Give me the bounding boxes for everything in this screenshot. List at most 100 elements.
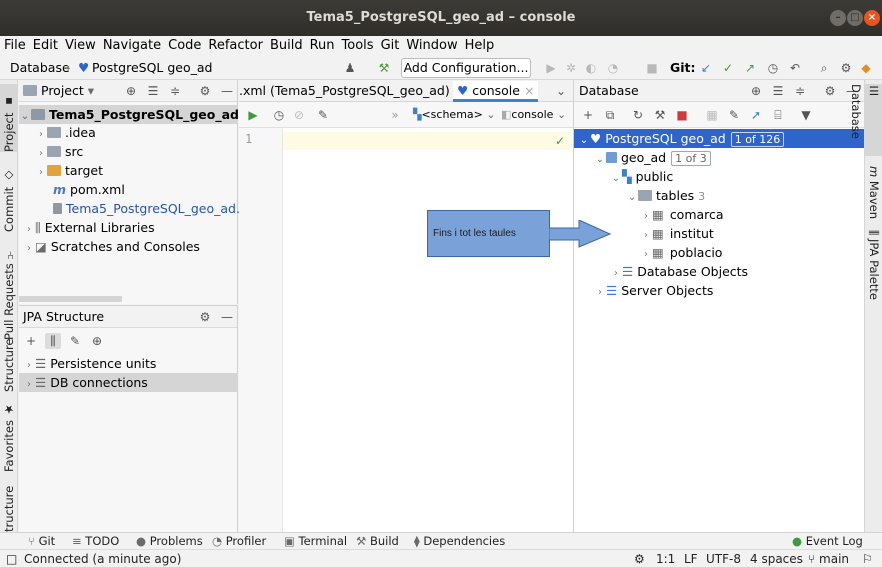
close-icon[interactable]: × xyxy=(864,10,880,26)
cancel-icon[interactable]: ⊘ xyxy=(291,107,307,123)
schema-selector[interactable]: ▚<schema> ⌄ xyxy=(413,105,496,124)
profile-icon[interactable]: ◔ xyxy=(605,60,621,76)
rollback-icon[interactable]: ↶ xyxy=(787,60,803,76)
gear-icon[interactable]: ⚙ xyxy=(822,83,838,99)
menu-run[interactable]: Run xyxy=(306,36,338,56)
crosshair-icon[interactable]: ⊕ xyxy=(89,333,105,349)
menu-window[interactable]: Window xyxy=(402,36,460,56)
menu-refactor[interactable]: Refactor xyxy=(204,36,266,56)
coverage-icon[interactable]: ◐ xyxy=(583,60,599,76)
tool-tab-terminal[interactable]: ▣ Terminal xyxy=(284,533,347,549)
tab-project[interactable]: Project ▪ xyxy=(0,84,18,152)
menu-navigate[interactable]: Navigate xyxy=(99,36,164,56)
tool-tab-build[interactable]: ⚒ Build xyxy=(356,533,399,549)
jump-to-icon[interactable]: ➚ xyxy=(748,107,764,123)
tab-jpa-palette[interactable]: ⫼ JPA Palette xyxy=(865,230,882,320)
chevron-down-icon[interactable]: ⌄ xyxy=(594,150,606,169)
chevron-down-icon[interactable]: ⌄ xyxy=(610,169,622,188)
expand-all-icon[interactable]: ☰ xyxy=(145,83,161,99)
plugin-icon[interactable]: ◆ xyxy=(858,60,874,76)
menu-git[interactable]: Git xyxy=(377,36,403,56)
tree-row-external-libraries[interactable]: › ⫼ External Libraries xyxy=(23,218,155,237)
locate-icon[interactable]: ⊕ xyxy=(123,83,139,99)
edit-icon[interactable]: ✎ xyxy=(726,107,742,123)
tree-row-pom[interactable]: m pom.xml xyxy=(53,180,125,199)
chevron-right-icon[interactable]: › xyxy=(35,163,47,182)
wrench-icon[interactable]: ✎ xyxy=(67,333,83,349)
history-icon[interactable]: ◷ xyxy=(765,60,781,76)
git-commit-icon[interactable]: ✓ xyxy=(720,60,736,76)
copy-icon[interactable]: ⧉ xyxy=(602,107,618,123)
tree-row-src[interactable]: › src xyxy=(35,142,83,161)
group-icon[interactable]: ⫼ xyxy=(45,333,61,349)
tree-row-iml[interactable]: Tema5_PostgreSQL_geo_ad.i xyxy=(53,199,243,218)
hide-icon[interactable]: — xyxy=(219,309,235,325)
status-hint-icon[interactable]: ⚙ xyxy=(634,550,645,567)
tree-row-persistence-units[interactable]: › ☰ Persistence units xyxy=(23,354,156,373)
stop-icon[interactable]: ■ xyxy=(644,60,660,76)
chevron-right-icon[interactable]: › xyxy=(23,375,35,394)
tree-row-tables[interactable]: ⌄ tables 3 xyxy=(626,186,705,205)
expand-all-icon[interactable]: ☰ xyxy=(770,83,786,99)
tree-row-table-institut[interactable]: › ▦ institut xyxy=(640,224,714,243)
collapse-all-icon[interactable]: ≑ xyxy=(167,83,183,99)
breadcrumb-database[interactable]: Database xyxy=(10,56,70,80)
tree-row-schema[interactable]: ⌄ ▚ public xyxy=(610,167,673,186)
more-icon[interactable]: » xyxy=(387,107,403,123)
breadcrumb-connection[interactable]: PostgreSQL geo_ad xyxy=(92,56,212,80)
query-console-icon[interactable]: ⌸ xyxy=(770,107,786,123)
close-tab-icon[interactable]: × xyxy=(524,83,534,98)
hammer-icon[interactable]: ⚒ xyxy=(376,60,392,76)
tool-tab-event-log[interactable]: ● Event Log xyxy=(792,533,863,549)
tool-tab-problems[interactable]: ● Problems xyxy=(136,533,203,549)
add-icon[interactable]: + xyxy=(23,333,39,349)
settings-icon[interactable]: ⚙ xyxy=(838,60,854,76)
tab-structure[interactable]: Structure ▪ xyxy=(0,324,34,393)
caret-position[interactable]: 1:1 xyxy=(656,550,675,567)
locate-icon[interactable]: ⊕ xyxy=(748,83,764,99)
tree-row-db-connections[interactable]: › ☰ DB connections xyxy=(19,373,238,392)
menu-build[interactable]: Build xyxy=(266,36,306,56)
line-separator[interactable]: LF xyxy=(684,550,698,567)
tree-row-table-comarca[interactable]: › ▦ comarca xyxy=(640,205,724,224)
menu-tools[interactable]: Tools xyxy=(338,36,377,56)
table-editor-icon[interactable]: ▦ xyxy=(704,107,720,123)
tree-row-table-poblacio[interactable]: › ▦ poblacio xyxy=(640,243,722,262)
git-push-icon[interactable]: ↗ xyxy=(742,60,758,76)
history-icon[interactable]: ◷ xyxy=(271,107,287,123)
tool-tab-git[interactable]: ⑂ Git xyxy=(28,533,55,549)
tree-row-connection[interactable]: ⌄ ♥ PostgreSQL geo_ad 1 of 126 xyxy=(574,129,865,148)
chevron-down-icon[interactable]: ▾ xyxy=(88,83,94,98)
tab-console[interactable]: ♥ console × xyxy=(453,81,539,102)
filter-icon[interactable]: ▼ xyxy=(798,107,814,123)
tab-database[interactable]: ☰ Database xyxy=(849,84,882,156)
tree-row-database-objects[interactable]: › ☰ Database Objects xyxy=(610,262,748,281)
chevron-down-icon[interactable]: ⌄ xyxy=(19,107,31,126)
chevron-down-icon[interactable]: ⌄ xyxy=(578,131,590,150)
wrench-icon[interactable]: ✎ xyxy=(315,107,331,123)
minimize-icon[interactable]: – xyxy=(830,10,846,26)
menu-code[interactable]: Code xyxy=(164,36,204,56)
tab-commit[interactable]: Commit ◇ xyxy=(0,156,18,232)
chevron-down-icon[interactable]: ⌄ xyxy=(553,83,569,99)
git-update-icon[interactable]: ↙ xyxy=(698,60,714,76)
add-configuration-button[interactable]: Add Configuration... xyxy=(401,58,531,78)
chevron-right-icon[interactable]: › xyxy=(23,239,35,258)
menu-view[interactable]: View xyxy=(61,36,99,56)
run-icon[interactable]: ▶ xyxy=(543,60,559,76)
tool-tab-dependencies[interactable]: ⧫ Dependencies xyxy=(414,533,505,549)
properties-icon[interactable]: ⚒ xyxy=(652,107,668,123)
code-input-line[interactable] xyxy=(283,132,573,150)
project-panel-title[interactable]: Project xyxy=(41,83,84,98)
chevron-down-icon[interactable]: ⌄ xyxy=(626,188,638,207)
tree-row-database[interactable]: ⌄ geo_ad 1 of 3 xyxy=(594,148,711,167)
tab-maven[interactable]: m Maven xyxy=(865,166,882,226)
tree-row-target[interactable]: › target xyxy=(35,161,103,180)
debug-icon[interactable]: ✲ xyxy=(563,60,579,76)
chevron-right-icon[interactable]: › xyxy=(594,283,606,302)
tree-row-server-objects[interactable]: › ☰ Server Objects xyxy=(594,281,713,300)
indent-setting[interactable]: 4 spaces xyxy=(750,550,803,567)
search-icon[interactable]: ⌕ xyxy=(816,60,832,76)
refresh-icon[interactable]: ↻ xyxy=(630,107,646,123)
gear-icon[interactable]: ⚙ xyxy=(197,83,213,99)
